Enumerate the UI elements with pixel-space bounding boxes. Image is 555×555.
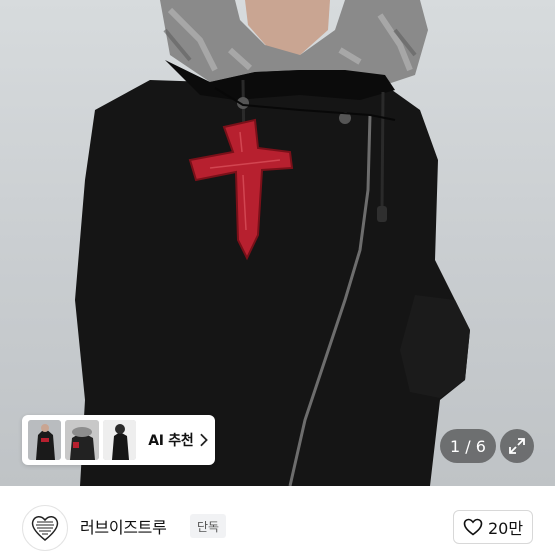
thumbnail-3[interactable] — [102, 420, 137, 460]
like-button[interactable]: 20만 — [453, 510, 533, 544]
heart-logo-icon — [31, 516, 59, 541]
product-image[interactable] — [0, 0, 555, 486]
page-counter-text: 1 / 6 — [450, 436, 486, 456]
heart-icon — [463, 518, 483, 536]
exclusive-badge-label: 단독 — [197, 519, 220, 534]
ai-recommend-label: AI 추천 — [148, 433, 194, 449]
exclusive-badge: 단독 — [190, 514, 227, 538]
thumbnail-1[interactable] — [28, 420, 62, 460]
expand-button[interactable] — [500, 429, 534, 463]
thumbnail-2[interactable] — [65, 420, 99, 460]
shop-name[interactable]: 러브이즈트루 — [80, 514, 167, 538]
expand-icon — [509, 438, 525, 454]
page-counter: 1 / 6 — [440, 429, 496, 463]
jacket-photo — [75, 0, 470, 486]
chevron-right-icon — [200, 433, 209, 447]
shop-logo[interactable] — [22, 505, 68, 551]
like-count: 20만 — [487, 519, 524, 538]
ai-recommend-chip[interactable]: AI 추천 — [22, 415, 215, 465]
